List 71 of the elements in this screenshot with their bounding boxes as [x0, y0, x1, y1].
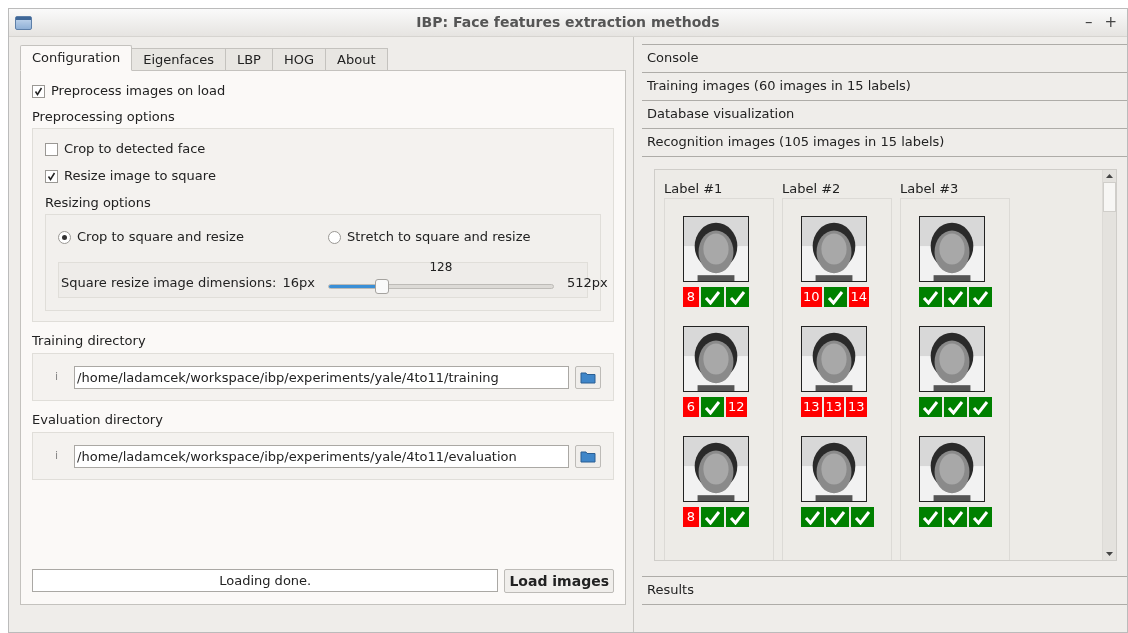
slider-label: Square resize image dimensions:: [61, 273, 277, 292]
check-icon: [969, 397, 992, 417]
checkbox-label: Crop to detected face: [64, 140, 206, 159]
check-icon: [919, 507, 942, 527]
slider-min-label: 16px: [282, 273, 315, 292]
browse-button[interactable]: [575, 365, 601, 389]
check-icon: [701, 397, 724, 417]
field-marker: i: [55, 368, 59, 385]
group-title: Training directory: [32, 332, 147, 349]
window-control-button[interactable]: –: [1082, 15, 1095, 30]
group-title: Resizing options: [45, 194, 152, 211]
checkbox[interactable]: [45, 142, 58, 156]
radio-button[interactable]: [328, 230, 341, 244]
section-header[interactable]: Results: [642, 576, 1127, 605]
check-icon: [701, 287, 724, 307]
check-icon: [826, 507, 849, 527]
tab[interactable]: About: [325, 48, 388, 71]
browse-button[interactable]: [575, 444, 601, 468]
directory-field[interactable]: /home/ladamcek/workspace/ibp/experiments/yale/4to11/training: [74, 365, 569, 389]
check-icon: [726, 287, 749, 307]
directory-field[interactable]: /home/ladamcek/workspace/ibp/experiments/yale/4to11/evaluation: [74, 444, 569, 468]
load-images-button[interactable]: Load images: [504, 569, 614, 593]
check-icon: [801, 507, 824, 527]
window-title: IBP: Face features extraction methods: [416, 13, 720, 32]
radio-label: Stretch to square and resize: [347, 228, 531, 247]
checkbox[interactable]: [32, 84, 45, 98]
status-field: Loading done.: [32, 569, 499, 592]
scroll-down-icon[interactable]: [1106, 552, 1113, 556]
wrong-result-badge: 13: [823, 397, 845, 417]
check-icon: [823, 287, 847, 307]
tab[interactable]: Eigenfaces: [131, 48, 226, 71]
checkbox-label: Resize image to square: [64, 167, 216, 186]
window-icon: [15, 15, 32, 30]
wrong-result-badge: 8: [683, 507, 699, 527]
wrong-result-badge: 10: [801, 287, 822, 307]
scrollbar[interactable]: [1102, 170, 1116, 560]
check-icon: [944, 397, 967, 417]
label-title: Label #3: [900, 180, 960, 198]
check-icon: [726, 507, 749, 527]
scrollbar-thumb[interactable]: [1103, 182, 1116, 212]
check-icon: [919, 397, 942, 417]
folder-icon: [580, 370, 596, 384]
slider-max-label: 512px: [566, 273, 608, 292]
field-marker: i: [55, 447, 59, 464]
check-icon: [701, 507, 724, 527]
check-icon: [919, 287, 942, 307]
check-icon: [944, 507, 967, 527]
check-icon: [969, 507, 992, 527]
folder-icon: [580, 449, 596, 463]
wrong-result-badge: 13: [846, 397, 867, 417]
group-title: Evaluation directory: [32, 411, 164, 428]
radio-label: Crop to square and resize: [77, 228, 244, 247]
wrong-result-badge: 8: [683, 287, 699, 307]
tab[interactable]: Configuration: [20, 45, 133, 71]
wrong-result-badge: 13: [801, 397, 822, 417]
group-title: Preprocessing options: [32, 108, 176, 125]
slider-value: 128: [429, 261, 453, 273]
checkbox[interactable]: [45, 169, 58, 183]
window-control-button[interactable]: +: [1102, 15, 1119, 30]
wrong-result-badge: 14: [848, 287, 870, 307]
check-icon: [944, 287, 967, 307]
check-icon: [851, 507, 874, 527]
wrong-result-badge: 12: [726, 397, 747, 417]
label-title: Label #2: [782, 180, 842, 198]
check-icon: [969, 287, 992, 307]
label-title: Label #1: [664, 180, 724, 198]
radio-button[interactable]: [58, 230, 71, 244]
slider-thumb[interactable]: [375, 279, 390, 294]
checkbox-label: Preprocess images on load: [51, 82, 226, 101]
scroll-up-icon[interactable]: [1106, 174, 1113, 178]
wrong-result-badge: 6: [683, 397, 699, 417]
